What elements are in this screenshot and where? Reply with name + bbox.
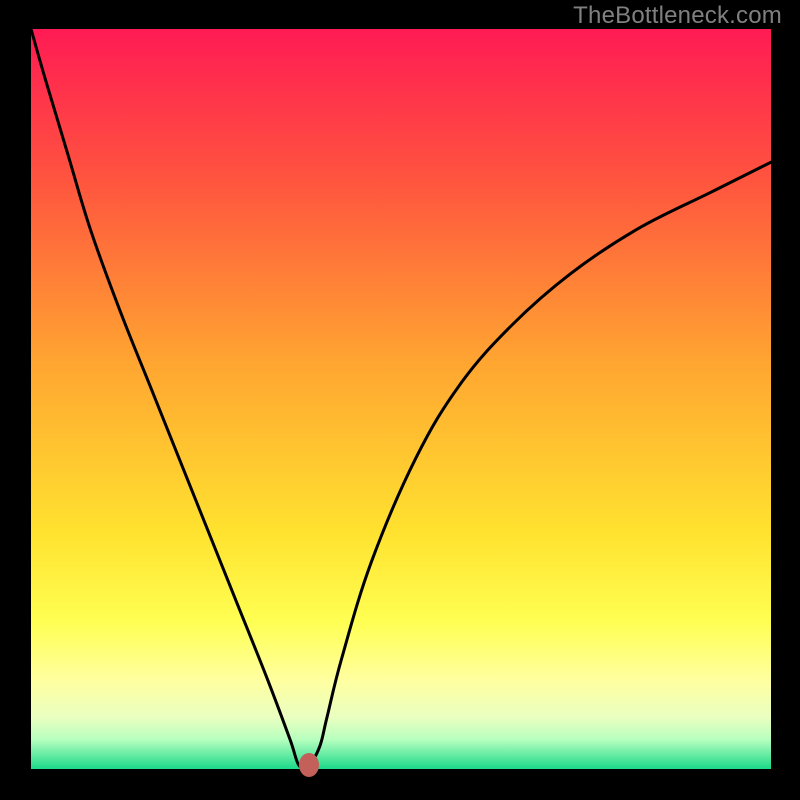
watermark-text: TheBottleneck.com bbox=[573, 2, 782, 30]
plot-area bbox=[31, 29, 771, 769]
bottleneck-curve bbox=[31, 29, 771, 769]
chart-container: TheBottleneck.com bbox=[0, 0, 800, 800]
optimum-marker bbox=[299, 753, 319, 777]
